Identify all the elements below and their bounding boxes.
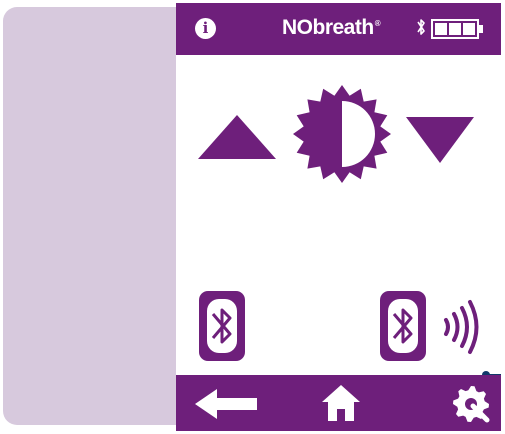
- top-bar: i NObreath®: [176, 3, 501, 55]
- brightness-down-arrow-icon[interactable]: [404, 115, 476, 165]
- bluetooth-status-icon: [417, 19, 425, 35]
- settings-icon[interactable]: [451, 384, 491, 424]
- device-screen: i NObreath®: [176, 3, 501, 431]
- info-icon[interactable]: i: [195, 18, 216, 39]
- brand-name: NObreath: [282, 16, 374, 39]
- back-arrow-icon[interactable]: [193, 387, 259, 421]
- bottom-bar: [176, 375, 501, 431]
- bluetooth-icon[interactable]: [199, 291, 245, 361]
- battery-icon: [431, 19, 483, 39]
- brand-mark: ®: [374, 19, 381, 28]
- brand-title: NObreath®: [282, 16, 381, 40]
- brightness-up-arrow-icon[interactable]: [196, 113, 278, 161]
- side-panel: [3, 7, 195, 425]
- content-area: [176, 55, 501, 379]
- brightness-sun-icon[interactable]: [291, 83, 393, 185]
- bluetooth-signal-icon: [444, 300, 479, 354]
- home-icon[interactable]: [320, 383, 362, 423]
- bluetooth-pair-icon[interactable]: [380, 291, 426, 361]
